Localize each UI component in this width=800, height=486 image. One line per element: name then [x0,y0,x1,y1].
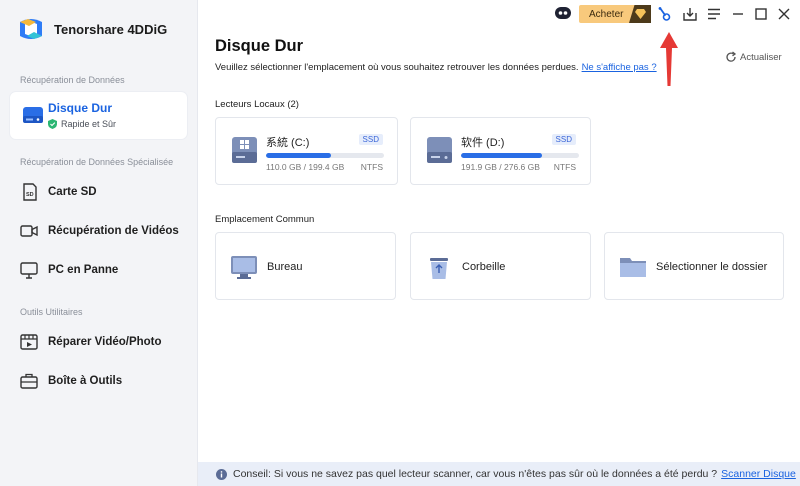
location-label: Sélectionner le dossier [656,261,768,273]
drive-usage-bar [266,153,384,158]
sidebar-item-carte-sd[interactable]: SD Carte SD [20,182,97,202]
drive-filesystem: NTFS [553,162,576,172]
folder-icon [620,258,646,277]
sidebar-item-label: Carte SD [48,186,97,198]
common-locations-heading: Emplacement Commun [215,214,315,225]
app-logo: Tenorshare 4DDiG [16,14,167,44]
hard-drive-icon [23,107,43,123]
drive-usage-fill [266,153,331,158]
local-drives-heading: Lecteurs Locaux (2) [215,99,299,110]
toolbox-icon [20,373,38,389]
sidebar-item-label: Disque Dur [48,101,113,115]
windows-drive-icon [232,137,257,163]
drive-usage-fill [461,153,543,158]
refresh-button[interactable]: Actualiser [725,51,782,63]
drive-card-c[interactable]: 系統 (C:) SSD 110.0 GB / 199.4 GB NTFS [215,117,398,185]
section-label-specialized: Récupération de Données Spécialisée [20,157,174,167]
drive-usage-bar [461,153,579,158]
sidebar-item-label: Récupération de Vidéos [48,225,179,237]
desktop-icon [231,256,257,279]
refresh-icon [726,51,737,62]
sidebar-item-recuperation-videos[interactable]: Récupération de Vidéos [20,221,179,241]
sidebar-item-reparer-video-photo[interactable]: Réparer Vidéo/Photo [20,332,162,352]
main-content: Disque Dur Veuillez sélectionner l'empla… [198,0,800,486]
sidebar-item-label: Réparer Vidéo/Photo [48,336,162,348]
svg-text:SD: SD [26,192,34,198]
sidebar-item-disque-dur[interactable]: Disque Dur Rapide et Sûr [10,92,187,139]
location-card-select-folder[interactable]: Sélectionner le dossier [604,232,784,300]
location-card-bureau[interactable]: Bureau [215,232,396,300]
sublabel-text: Rapide et Sûr [61,119,117,129]
logo-icon [20,19,42,39]
drive-type-badge: SSD [358,134,383,145]
refresh-label: Actualiser [740,51,782,63]
drive-card-d[interactable]: 软件 (D:) SSD 191.9 GB / 276.6 GB NTFS [410,117,591,185]
scan-disk-link[interactable]: Scanner Disque [721,468,796,480]
sidebar-item-sublabel: Rapide et Sûr [48,119,116,129]
drive-type-badge: SSD [551,134,576,145]
tip-text: Conseil: Si vous ne savez pas quel lecte… [233,468,718,480]
shield-icon [48,119,57,129]
subtitle-text: Veuillez sélectionner l'emplacement où v… [215,62,579,73]
hard-drive-icon [427,137,452,163]
page-title: Disque Dur [215,37,304,55]
drive-name: 软件 (D:) [461,137,505,149]
repair-icon [20,334,38,350]
location-card-corbeille[interactable]: Corbeille [410,232,591,300]
sidebar-item-boite-a-outils[interactable]: Boîte à Outils [20,371,122,391]
drive-name: 系統 (C:) [266,137,310,149]
section-label-recovery: Récupération de Données [20,75,125,85]
app-name: Tenorshare 4DDiG [54,21,168,37]
video-icon [20,225,38,237]
sidebar-item-label: PC en Panne [48,264,119,276]
sidebar: Tenorshare 4DDiG Récupération de Données… [0,0,198,486]
drive-filesystem: NTFS [360,162,383,172]
sidebar-item-label: Boîte à Outils [48,375,123,387]
not-showing-link[interactable]: Ne s'affiche pas ? [582,62,657,73]
section-label-tools: Outils Utilitaires [20,307,83,317]
drive-size: 110.0 GB / 199.4 GB [266,162,345,172]
info-icon [216,468,227,480]
recycle-bin-icon [430,258,448,279]
sidebar-item-pc-en-panne[interactable]: PC en Panne [20,260,118,280]
sd-card-icon: SD [23,183,37,201]
drive-size: 191.9 GB / 276.6 GB [461,162,540,172]
location-label: Corbeille [462,261,506,273]
tip-bar: Conseil: Si vous ne savez pas quel lecte… [198,462,800,486]
monitor-icon [20,262,38,279]
location-label: Bureau [267,261,303,273]
page-subtitle: Veuillez sélectionner l'emplacement où v… [215,62,657,73]
